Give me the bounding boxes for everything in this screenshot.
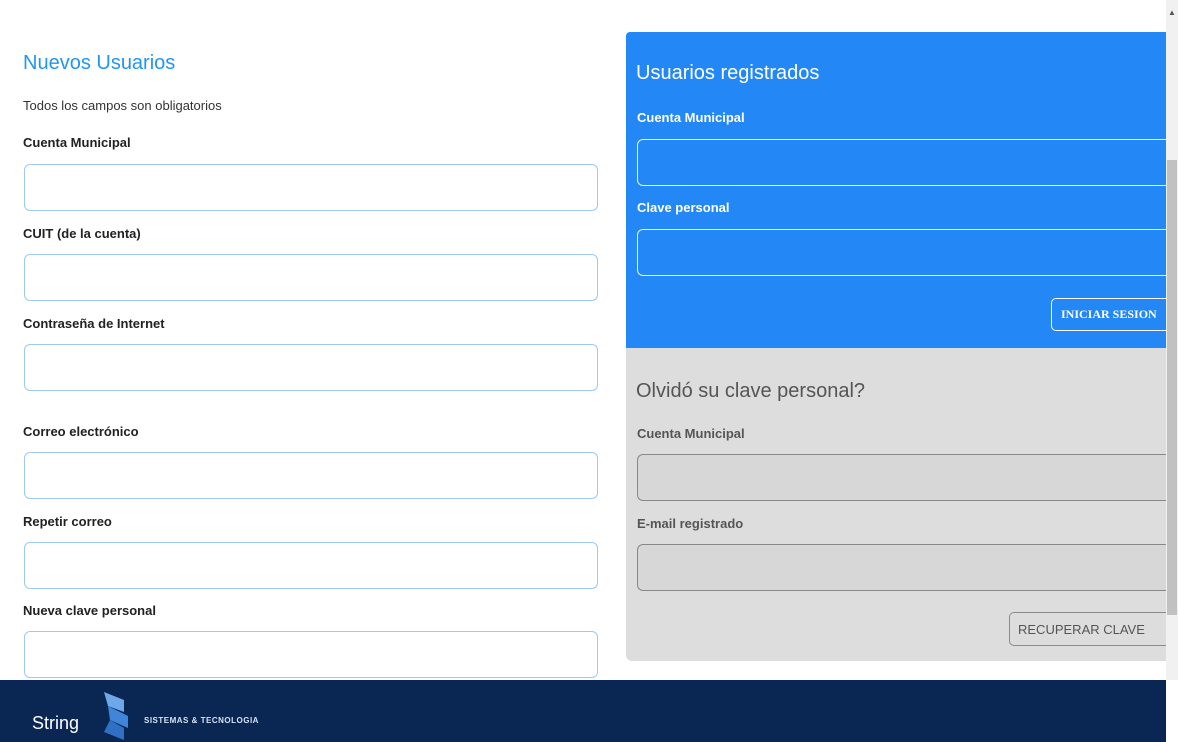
internet-password-input[interactable]: [24, 344, 598, 391]
scrollbar-thumb[interactable]: [1167, 160, 1177, 615]
label-recover-email: E-mail registrado: [637, 516, 744, 531]
forgot-key-title: Olvidó su clave personal?: [636, 380, 866, 402]
chevron-up-icon[interactable]: ▲: [1166, 8, 1178, 22]
new-personal-key-input[interactable]: [24, 631, 598, 678]
label-repeat-email: Repetir correo: [23, 514, 112, 529]
label-new-personal-key: Nueva clave personal: [23, 603, 156, 618]
label-login-key: Clave personal: [637, 200, 730, 215]
label-email: Correo electrónico: [23, 424, 139, 439]
registered-users-title: Usuarios registrados: [636, 62, 820, 84]
label-login-cuenta: Cuenta Municipal: [637, 110, 745, 125]
string-s-logo-icon: [104, 692, 128, 740]
cuit-input[interactable]: [24, 254, 598, 301]
login-button[interactable]: INICIAR SESION: [1051, 298, 1166, 331]
email-input[interactable]: [24, 452, 598, 499]
login-cuenta-input[interactable]: [637, 139, 1166, 186]
label-cuit: CUIT (de la cuenta): [23, 226, 141, 241]
footer-brand: String: [32, 713, 80, 733]
footer: [0, 680, 1166, 742]
recover-cuenta-input[interactable]: [637, 454, 1166, 501]
login-key-input[interactable]: [637, 229, 1166, 276]
new-users-title: Nuevos Usuarios: [23, 52, 176, 74]
label-cuenta-municipal: Cuenta Municipal: [23, 135, 131, 150]
cuenta-municipal-input[interactable]: [24, 164, 598, 211]
repeat-email-input[interactable]: [24, 542, 598, 589]
footer-tagline: SISTEMAS & TECNOLOGIA: [144, 716, 259, 725]
label-recover-cuenta: Cuenta Municipal: [637, 426, 745, 441]
recover-key-button[interactable]: RECUPERAR CLAVE: [1009, 612, 1166, 646]
required-fields-note: Todos los campos son obligatorios: [23, 98, 222, 113]
recover-email-input[interactable]: [637, 544, 1166, 591]
label-internet-password: Contraseña de Internet: [23, 316, 165, 331]
